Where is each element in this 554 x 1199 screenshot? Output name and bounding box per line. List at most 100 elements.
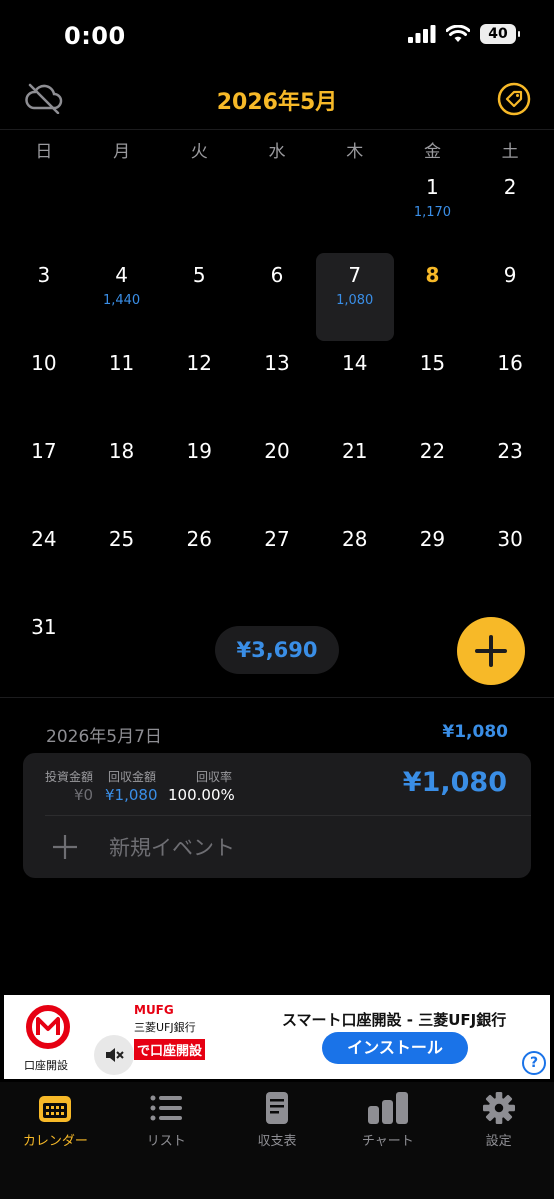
calendar-day-29[interactable]: 29 <box>394 517 472 605</box>
calendar-day-20[interactable]: 20 <box>238 429 316 517</box>
new-event-label: 新規イベント <box>109 835 235 860</box>
plus-icon <box>475 635 507 667</box>
calendar-day-8[interactable]: 8 <box>394 253 472 341</box>
calendar-day-17[interactable]: 17 <box>5 429 83 517</box>
tab-list[interactable]: リスト <box>111 1082 222 1199</box>
ad-help-icon[interactable]: ? <box>522 1051 546 1075</box>
day-number: 11 <box>108 351 135 375</box>
tag-icon[interactable] <box>494 79 534 119</box>
calendar-day-12[interactable]: 12 <box>160 341 238 429</box>
event-amount: ¥1,080 <box>402 767 507 798</box>
day-number: 29 <box>419 527 446 551</box>
day-number: 7 <box>348 263 362 287</box>
calendar-day-4[interactable]: 4 1,440 <box>83 253 161 341</box>
month-total-pill[interactable]: ¥3,690 <box>215 626 339 674</box>
day-number: 24 <box>31 527 57 551</box>
event-row[interactable]: 投資金額 ¥0 回収金額 ¥1,080 回収率 100.00% ¥1,080 <box>23 753 531 815</box>
rate-value: 100.00% <box>168 786 235 804</box>
calendar-day-3[interactable]: 3 <box>5 253 83 341</box>
calendar-day-16[interactable]: 16 <box>471 341 549 429</box>
day-number: 12 <box>186 351 212 375</box>
day-number: 31 <box>31 615 57 639</box>
day-number: 25 <box>108 527 135 551</box>
calendar-day-25[interactable]: 25 <box>83 517 161 605</box>
day-number: 30 <box>497 527 523 551</box>
tab-list-label: リスト <box>146 1134 186 1149</box>
calendar-day-14[interactable]: 14 <box>316 341 394 429</box>
add-button[interactable] <box>457 617 525 685</box>
calendar-day-1[interactable]: 1 1,170 <box>394 165 472 253</box>
calendar-day-30[interactable]: 30 <box>471 517 549 605</box>
day-amount: 1,170 <box>413 205 452 220</box>
return-value: ¥1,080 <box>105 786 158 804</box>
ad-bank-text: 三菱UFJ銀行 <box>134 1021 196 1034</box>
weekday-wed: 水 <box>268 142 286 162</box>
calendar-empty-cell <box>83 605 161 693</box>
calendar-day-5[interactable]: 5 <box>160 253 238 341</box>
calendar-day-19[interactable]: 19 <box>160 429 238 517</box>
wifi-icon <box>446 25 470 42</box>
day-number: 26 <box>186 527 212 551</box>
calendar-day-21[interactable]: 21 <box>316 429 394 517</box>
ad-banner-text: で口座開設 <box>134 1039 206 1060</box>
calendar-day-24[interactable]: 24 <box>5 517 83 605</box>
weekday-mon: 月 <box>113 142 131 162</box>
battery-indicator: 40 <box>480 24 520 44</box>
mufg-logo-icon <box>26 1005 70 1049</box>
calendar-day-23[interactable]: 23 <box>471 429 549 517</box>
calendar-day-10[interactable]: 10 <box>5 341 83 429</box>
month-title[interactable]: 2026年5月 <box>0 84 554 116</box>
day-amount: 1,440 <box>102 293 141 308</box>
weekday-thu: 木 <box>346 142 364 162</box>
day-number: 8 <box>425 263 440 287</box>
calendar-empty-cell <box>5 165 83 253</box>
speaker-mute-icon <box>106 1048 124 1062</box>
ad-banner[interactable]: 口座開設 MUFG 三菱UFJ銀行 で口座開設 スマート口座開設 - 三菱UFJ… <box>4 995 550 1079</box>
tab-calendar[interactable]: カレンダー <box>0 1082 111 1199</box>
calendar-day-13[interactable]: 13 <box>238 341 316 429</box>
bar-chart-icon <box>367 1092 408 1124</box>
calendar-day-9[interactable]: 9 <box>471 253 549 341</box>
day-number: 19 <box>186 439 212 463</box>
tab-report-label: 収支表 <box>257 1134 297 1149</box>
ad-install-button[interactable]: インストール <box>322 1032 468 1064</box>
signal-icon <box>408 25 436 43</box>
calendar-day-15[interactable]: 15 <box>394 341 472 429</box>
calendar-day-18[interactable]: 18 <box>83 429 161 517</box>
day-number: 17 <box>31 439 57 463</box>
weekday-header: 日 月 火 水 木 金 土 <box>5 137 549 162</box>
new-event-button[interactable]: 新規イベント <box>23 815 531 878</box>
calendar-empty-cell <box>160 165 238 253</box>
tab-settings[interactable]: 設定 <box>443 1082 554 1199</box>
day-number: 9 <box>503 263 517 287</box>
day-number: 2 <box>503 175 517 199</box>
calendar-empty-cell <box>238 165 316 253</box>
calendar-day-26[interactable]: 26 <box>160 517 238 605</box>
calendar-day-27[interactable]: 27 <box>238 517 316 605</box>
selected-date: 2026年5月7日 <box>46 727 162 747</box>
weekday-tue: 火 <box>190 142 208 162</box>
tab-chart[interactable]: チャート <box>332 1082 443 1199</box>
day-number: 28 <box>341 527 368 551</box>
calendar-day-22[interactable]: 22 <box>394 429 472 517</box>
day-number: 16 <box>497 351 523 375</box>
tab-report[interactable]: 収支表 <box>222 1082 333 1199</box>
calendar-day-7[interactable]: 7 1,080 <box>315 253 394 341</box>
list-icon <box>150 1095 183 1121</box>
return-label: 回収金額 <box>108 770 157 784</box>
day-number: 6 <box>270 263 284 287</box>
calendar-day-28[interactable]: 28 <box>316 517 394 605</box>
invest-value: ¥0 <box>74 786 94 804</box>
weekday-sun: 日 <box>35 142 53 162</box>
calendar-day-31[interactable]: 31 <box>5 605 83 693</box>
calendar-icon <box>39 1096 72 1122</box>
gear-icon <box>482 1092 515 1124</box>
calendar-day-11[interactable]: 11 <box>83 341 161 429</box>
calendar-day-2[interactable]: 2 <box>471 165 549 253</box>
status-time: 0:00 <box>64 22 126 50</box>
day-number: 27 <box>264 527 290 551</box>
mute-button[interactable] <box>94 1035 134 1075</box>
calendar-day-6[interactable]: 6 <box>238 253 316 341</box>
header-divider <box>0 129 554 130</box>
ad-logo-caption: 口座開設 <box>24 1059 68 1072</box>
